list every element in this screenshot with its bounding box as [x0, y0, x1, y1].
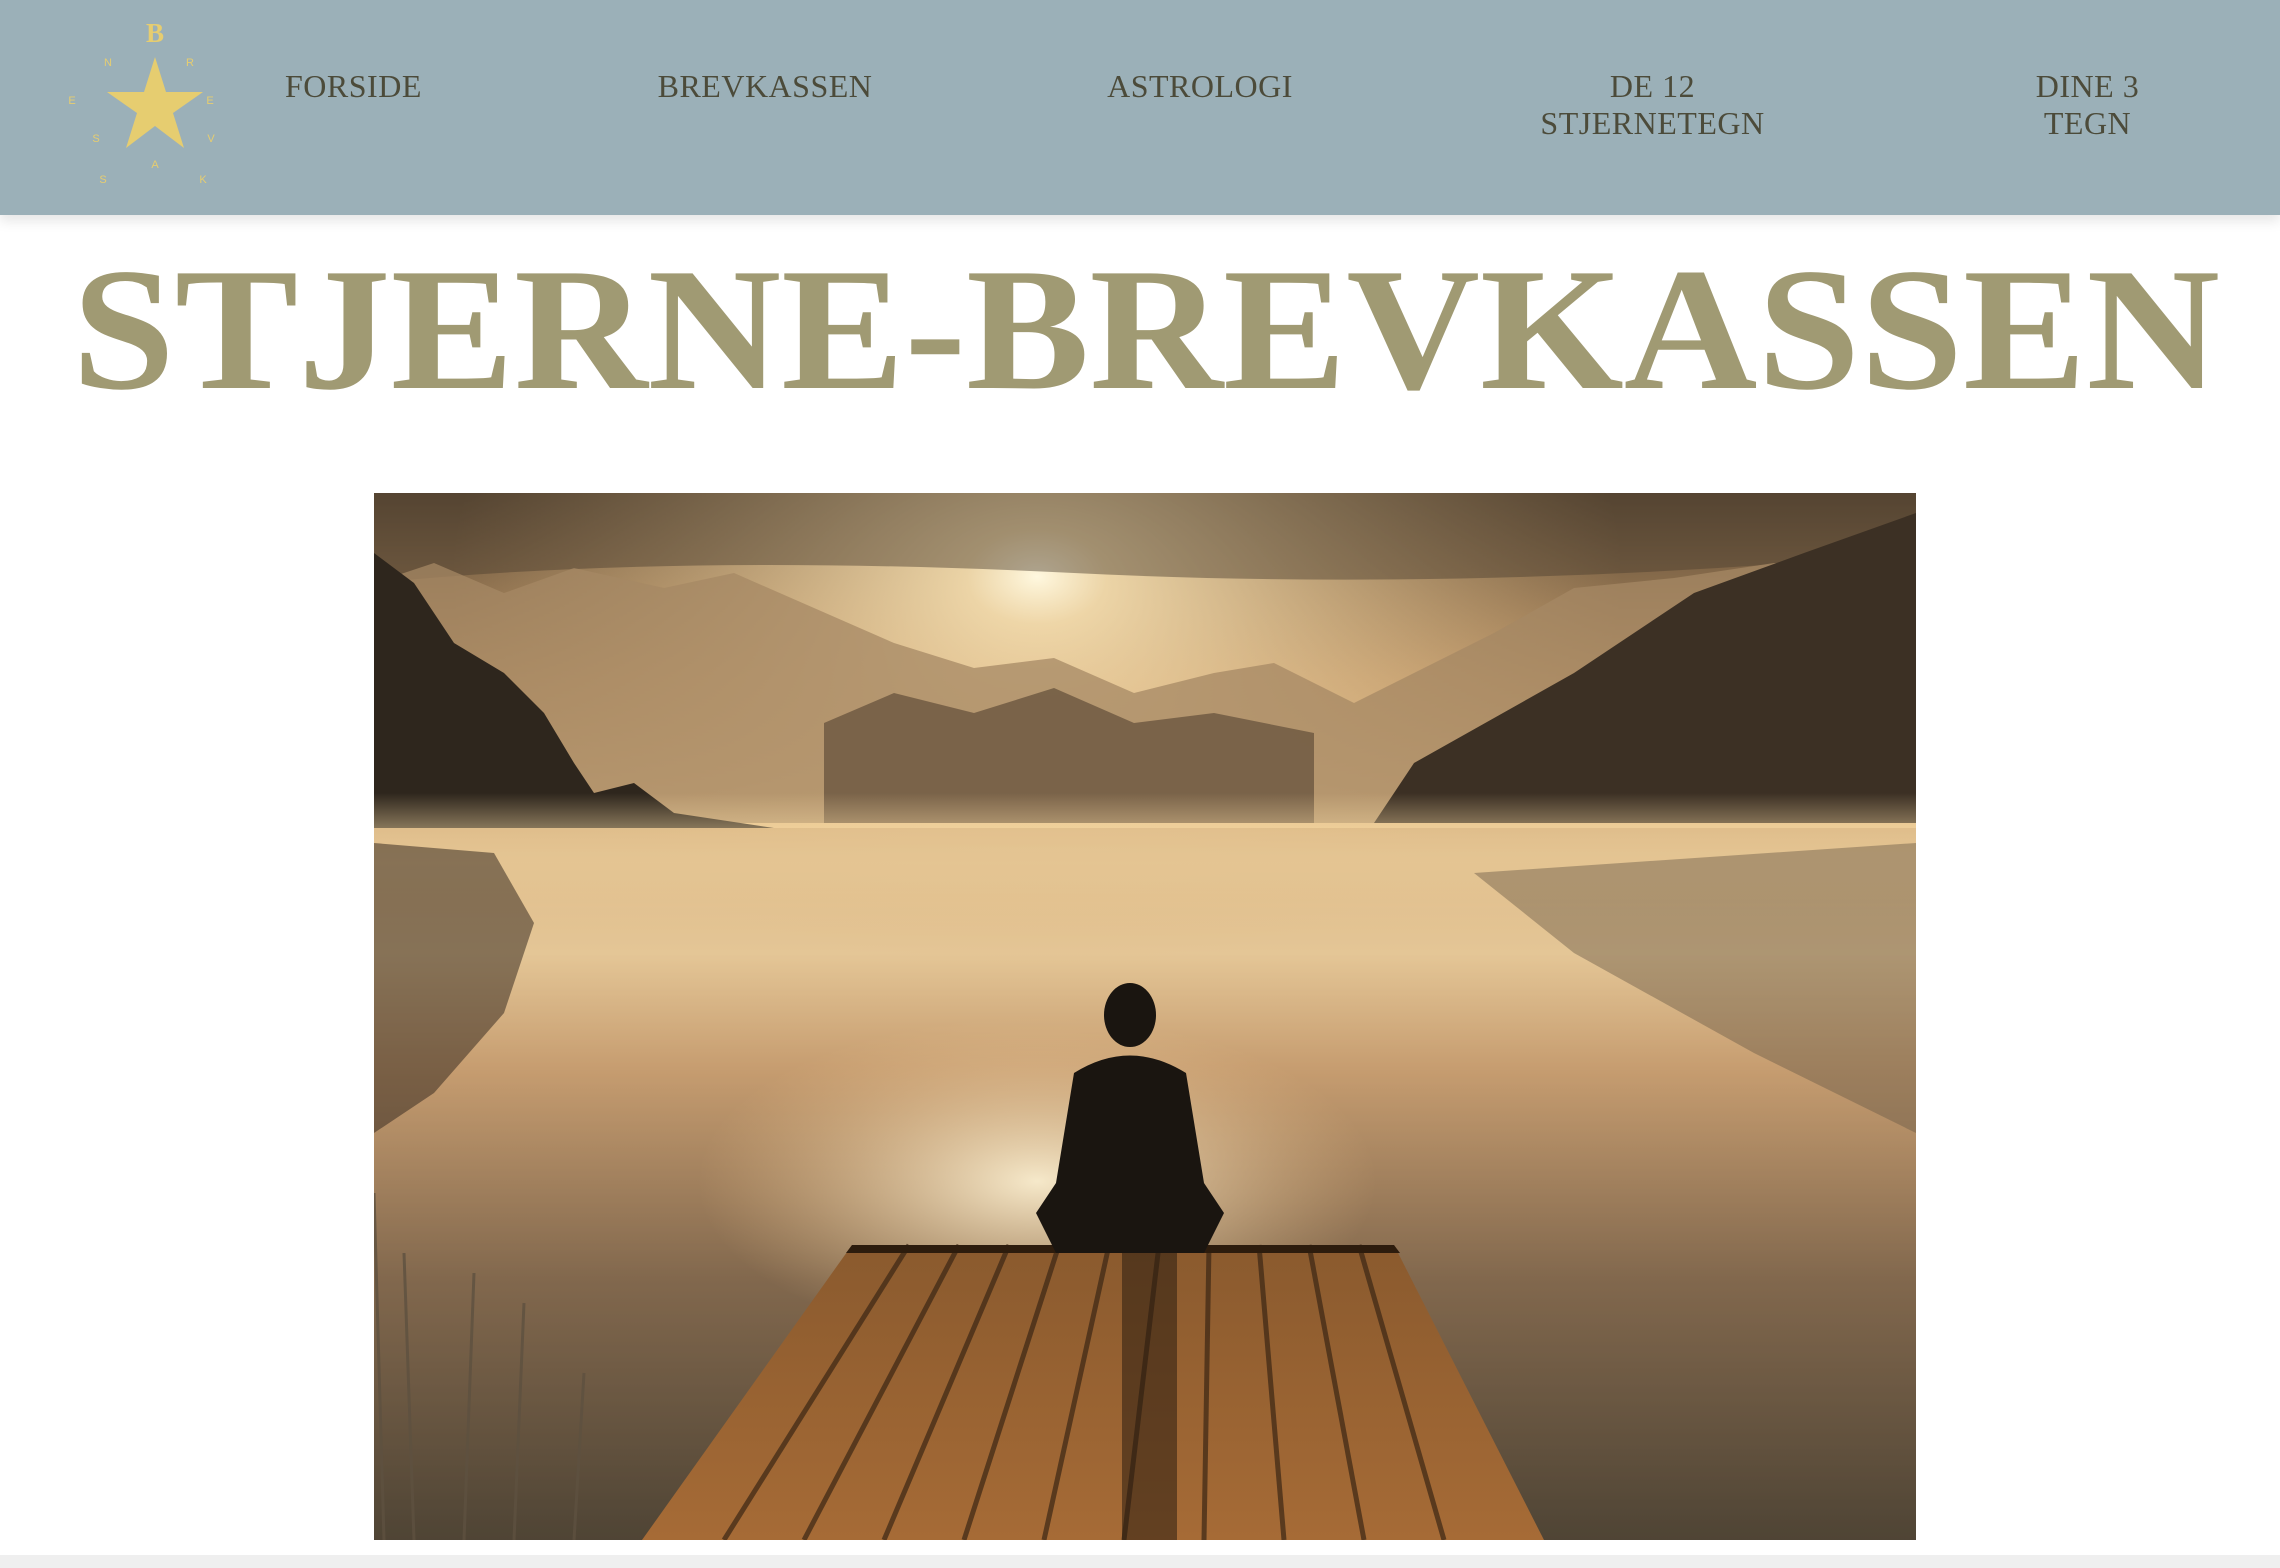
- nav-item-label: BREVKASSEN: [657, 68, 873, 104]
- logo-letter-e: E: [206, 95, 213, 107]
- logo-letter-v: V: [207, 133, 215, 145]
- logo-letter-n: N: [104, 57, 112, 69]
- nav-item-label-line-2: STJERNETEGN: [1540, 105, 1765, 141]
- logo-letter-k: K: [199, 174, 207, 186]
- page-title-heading: STJERNE-BREVKASSEN: [72, 248, 2220, 426]
- nav-item-brevkassen[interactable]: BREVKASSEN: [650, 68, 880, 105]
- top-navigation-bar: B R E V K A S S E N FORSIDE BREVKASSEN A…: [0, 0, 2280, 215]
- logo-letter-b: B: [146, 18, 164, 48]
- star-logo-icon[interactable]: B R E V K A S S E N: [60, 12, 250, 197]
- logo-letter-s: S: [92, 133, 99, 145]
- logo-letter-r: R: [186, 57, 194, 69]
- nav-item-label: FORSIDE: [285, 68, 422, 104]
- logo-letter-e: E: [68, 95, 75, 107]
- nav-item-label: ASTROLOGI: [1107, 68, 1293, 104]
- logo-letter-s: S: [99, 174, 106, 186]
- logo-letter-a: A: [151, 159, 159, 171]
- nav-item-astrologi[interactable]: ASTROLOGI: [1100, 68, 1300, 105]
- nav-item-label-line-1: DE 12: [1609, 68, 1696, 104]
- nav-item-label-line-1: DINE 3: [2035, 68, 2140, 104]
- nav-item-label-line-2: TEGN: [2043, 105, 2132, 141]
- nav-item-de-12-stjernetegn[interactable]: DE 12 STJERNETEGN: [1525, 68, 1780, 142]
- hero-image: [374, 493, 1916, 1540]
- page-title: STJERNE-BREVKASSEN: [72, 248, 2220, 426]
- page-footer-divider: [0, 1555, 2280, 1568]
- nav-item-forside[interactable]: FORSIDE: [285, 68, 421, 105]
- nav-item-dine-3-tegn[interactable]: DINE 3 TEGN: [2020, 68, 2155, 142]
